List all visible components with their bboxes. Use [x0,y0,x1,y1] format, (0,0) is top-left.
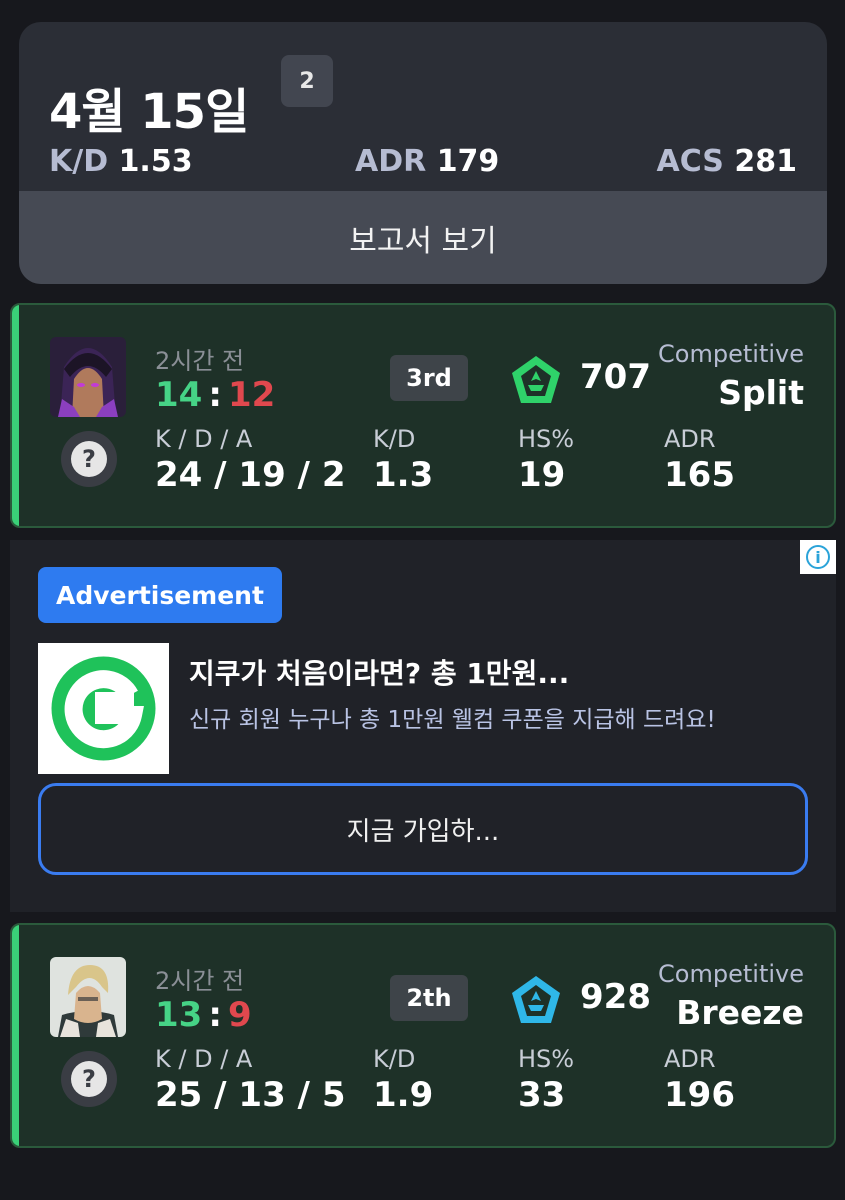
rank-rating: 707 [580,357,651,397]
ad-tag: Advertisement [38,567,282,623]
hs-value: 33 [518,1075,566,1115]
view-report-button[interactable]: 보고서 보기 [19,191,827,284]
score-separator: : [208,995,222,1035]
match-card[interactable]: ? 2시간 전 13:9 2th 928 Competitive Breeze … [10,923,836,1148]
agent-chamber-icon [50,957,126,1037]
summary-adr: ADR 179 [355,144,499,179]
agent-reyna-icon [50,337,126,417]
adr-value: 196 [664,1075,735,1115]
summary-adr-label: ADR [355,144,427,179]
adr-label: ADR [664,1045,716,1073]
info-icon: i [806,545,830,569]
agent-avatar [50,337,126,417]
g-logo-icon [51,656,156,761]
hs-label: HS% [518,425,575,453]
map-name: Breeze [676,993,804,1032]
win-stripe [12,305,19,526]
ad-headline: 지쿠가 처음이라면? 총 1만원... [189,657,570,690]
kda-value: 24 / 19 / 2 [155,455,346,495]
help-icon[interactable]: ? [61,1051,117,1107]
summary-kd-value: 1.53 [118,144,193,179]
kda-label: K / D / A [155,1045,253,1073]
rank-emblem-icon [512,356,560,403]
kd-label: K/D [373,425,416,453]
summary-acs-label: ACS [656,144,724,179]
summary-adr-value: 179 [436,144,500,179]
question-mark: ? [71,1061,107,1097]
daily-summary-card: 4월 15일 2 K/D 1.53 ADR 179 ACS 281 보고서 보기 [19,22,827,284]
ad-cta-button[interactable]: 지금 가입하... [38,783,808,875]
kda-value: 25 / 13 / 5 [155,1075,346,1115]
ad-logo[interactable] [38,643,169,774]
score-enemy: 9 [227,995,252,1035]
rank-rating: 928 [580,977,651,1017]
score-separator: : [208,375,222,415]
score-team: 14 [155,375,203,415]
win-stripe [12,925,19,1146]
summary-date: 4월 15일 [49,84,249,140]
adr-value: 165 [664,455,735,495]
game-mode: Competitive [658,960,804,988]
kd-label: K/D [373,1045,416,1073]
adr-label: ADR [664,425,716,453]
ad-body: 신규 회원 누구나 총 1만원 웰컴 쿠폰을 지급해 드려요! [189,707,716,733]
match-card[interactable]: ? 2시간 전 14:12 3rd 707 Competitive Split … [10,303,836,528]
kd-value: 1.9 [373,1075,434,1115]
question-mark: ? [71,441,107,477]
kd-value: 1.3 [373,455,434,495]
summary-kd: K/D 1.53 [49,144,193,179]
summary-acs: ACS 281 [657,144,797,179]
rank-emblem-icon [512,976,560,1023]
map-name: Split [718,373,804,412]
ad-info-icon[interactable]: i [800,540,836,574]
match-count-badge: 2 [281,55,333,107]
summary-kd-label: K/D [49,144,109,179]
match-time: 2시간 전 [155,347,245,375]
match-time: 2시간 전 [155,967,245,995]
match-score: 13:9 [155,995,252,1035]
placement-badge: 2th [390,975,468,1021]
score-enemy: 12 [227,375,276,415]
agent-avatar [50,957,126,1037]
game-mode: Competitive [658,340,804,368]
match-score: 14:12 [155,375,275,415]
hs-label: HS% [518,1045,575,1073]
kda-label: K / D / A [155,425,253,453]
placement-badge: 3rd [390,355,468,401]
advertisement[interactable]: i Advertisement 지쿠가 처음이라면? 총 1만원... 신규 회… [10,540,836,912]
hs-value: 19 [518,455,566,495]
score-team: 13 [155,995,203,1035]
help-icon[interactable]: ? [61,431,117,487]
summary-acs-value: 281 [734,144,797,179]
